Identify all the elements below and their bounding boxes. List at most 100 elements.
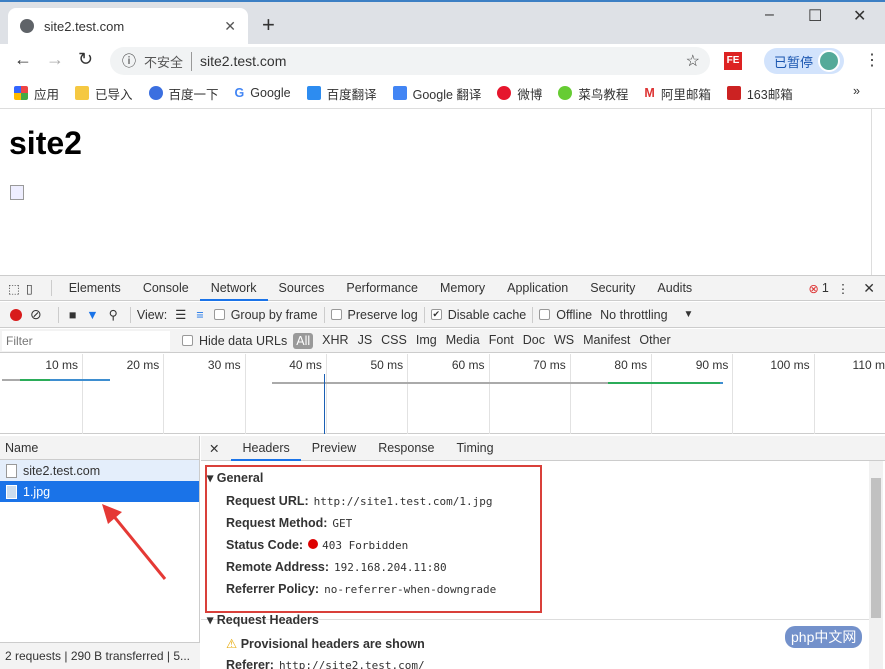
bookmark-runoob[interactable]: 菜鸟教程	[558, 84, 628, 103]
filter-type-manifest[interactable]: Manifest	[583, 333, 630, 349]
new-tab-button[interactable]: +	[262, 12, 275, 38]
minimize-button[interactable]: –	[765, 6, 774, 24]
back-icon[interactable]: ←	[14, 49, 32, 70]
devtools-tab-security[interactable]: Security	[579, 276, 646, 301]
details-tab-headers[interactable]: Headers	[231, 436, 301, 461]
filter-type-font[interactable]: Font	[489, 333, 514, 349]
devtools-tab-network[interactable]: Network	[199, 276, 268, 301]
screenshot-icon[interactable]: ■	[69, 308, 77, 322]
group-by-frame-checkbox[interactable]	[213, 309, 225, 320]
clear-icon[interactable]: ⊘	[30, 306, 42, 323]
offline-label: Offline	[556, 307, 593, 322]
devtools-tab-application[interactable]: Application	[496, 276, 579, 301]
fe-extension-icon[interactable]: FE	[724, 52, 742, 70]
bookmark-label: 百度一下	[168, 87, 219, 102]
close-devtools-icon[interactable]: ✕	[863, 280, 875, 297]
menu-icon[interactable]: ⋮	[864, 50, 880, 70]
filter-type-other[interactable]: Other	[639, 333, 670, 349]
timeline-bar-waiting	[608, 382, 720, 384]
info-icon[interactable]: ⓘ	[122, 51, 136, 71]
filter-type-js[interactable]: JS	[358, 333, 373, 349]
search-icon[interactable]: ⚲	[109, 307, 118, 322]
request-headers-section-toggle[interactable]: ▾ Request Headers	[207, 612, 319, 627]
preserve-log-checkbox[interactable]	[330, 309, 342, 320]
bookmark-aliyun-mail[interactable]: M 阿里邮箱	[644, 84, 710, 103]
reload-icon[interactable]: ↻	[78, 49, 93, 70]
throttling-select[interactable]: No throttling	[600, 308, 667, 322]
filter-type-css[interactable]: CSS	[381, 333, 407, 349]
bookmark-163-mail[interactable]: 163邮箱	[726, 84, 793, 103]
filter-type-xhr[interactable]: XHR	[322, 333, 348, 349]
forward-icon[interactable]: →	[46, 49, 64, 70]
bookmark-baidu-translate[interactable]: 百度翻译	[306, 84, 377, 103]
device-toolbar-icon[interactable]: ▯	[26, 281, 33, 296]
devtools-tab-memory[interactable]: Memory	[429, 276, 496, 301]
timeline-gridline	[732, 354, 734, 434]
filter-type-ws[interactable]: WS	[554, 333, 574, 349]
close-window-button[interactable]: ✕	[853, 6, 866, 26]
filter-type-img[interactable]: Img	[416, 333, 437, 349]
record-icon[interactable]	[10, 308, 22, 321]
devtools-tab-performance[interactable]: Performance	[335, 276, 429, 301]
timeline-tick: 50 ms	[370, 358, 404, 372]
offline-checkbox[interactable]	[539, 309, 551, 320]
devtools-menu-icon[interactable]: ⋮	[837, 281, 850, 296]
document-icon	[6, 463, 17, 478]
bookmark-label: 百度翻译	[326, 87, 377, 102]
timeline-bar-download	[50, 379, 110, 381]
bookmark-google-translate[interactable]: Google 翻译	[392, 84, 481, 103]
bookmark-label: 163邮箱	[746, 87, 793, 102]
bookmark-imported[interactable]: 已导入	[75, 84, 133, 103]
error-icon[interactable]: ⊗	[808, 281, 818, 296]
request-row[interactable]: site2.test.com	[0, 460, 199, 481]
timeline-bar-queue	[2, 379, 20, 381]
page-heading: site2	[9, 125, 82, 161]
insecure-label: 不安全	[144, 51, 193, 71]
bookmark-baidu[interactable]: 百度一下	[148, 84, 219, 103]
close-details-icon[interactable]: ✕	[209, 441, 219, 456]
bookmark-label: Google	[250, 86, 291, 100]
star-icon[interactable]: ☆	[686, 51, 700, 71]
request-name: site2.test.com	[23, 463, 101, 478]
dropdown-arrow-icon[interactable]: ▼	[684, 309, 694, 320]
bookmark-label: 应用	[34, 87, 60, 102]
waterfall-icon[interactable]: ≡	[196, 308, 203, 322]
devtools-tab-audits[interactable]: Audits	[646, 276, 703, 301]
filter-type-doc[interactable]: Doc	[523, 333, 545, 349]
timeline-overview[interactable]: 10 ms 20 ms 30 ms 40 ms 50 ms 60 ms 70 ms 80 ms…	[0, 354, 885, 434]
hide-data-urls-checkbox[interactable]	[182, 335, 193, 346]
address-bar[interactable]: ⓘ 不安全 site2.test.com ☆	[110, 47, 710, 75]
globe-icon	[20, 19, 34, 33]
more-bookmarks-icon[interactable]: »	[853, 84, 860, 98]
large-rows-icon[interactable]: ☰	[175, 307, 186, 322]
timeline-gridline	[244, 354, 246, 434]
browser-tab[interactable]: site2.test.com ✕	[8, 8, 248, 44]
filter-type-media[interactable]: Media	[446, 333, 480, 349]
bookmark-apps[interactable]: 应用	[14, 84, 59, 103]
devtools-tab-sources[interactable]: Sources	[268, 276, 336, 301]
devtools-tab-console[interactable]: Console	[132, 276, 200, 301]
timeline-tick: 30 ms	[207, 358, 241, 372]
filter-input[interactable]	[2, 330, 170, 351]
close-tab-icon[interactable]: ✕	[224, 18, 236, 35]
name-column-header[interactable]: Name	[0, 436, 199, 460]
google-icon: G	[234, 86, 245, 100]
bookmark-google[interactable]: G Google	[235, 86, 291, 100]
details-tab-response[interactable]: Response	[367, 436, 445, 461]
disable-cache-checkbox[interactable]: ✔	[430, 309, 442, 320]
url-text[interactable]: site2.test.com	[200, 53, 286, 69]
broken-image-icon	[10, 185, 24, 200]
filter-icon[interactable]: ▼	[86, 308, 98, 322]
request-row-selected[interactable]: 1.jpg	[0, 481, 199, 502]
maximize-button[interactable]: ☐	[808, 6, 822, 26]
bookmark-label: 已导入	[95, 87, 133, 102]
filter-type-all[interactable]: All	[293, 332, 314, 349]
details-tab-timing[interactable]: Timing	[446, 436, 505, 461]
inspect-icon[interactable]: ⬚	[8, 281, 20, 296]
devtools-tab-elements[interactable]: Elements	[58, 276, 132, 301]
scrollbar-thumb[interactable]	[871, 478, 881, 618]
avatar[interactable]	[818, 50, 840, 72]
details-tab-preview[interactable]: Preview	[301, 436, 367, 461]
bookmark-weibo[interactable]: 微博	[497, 84, 542, 103]
page-scrollbar[interactable]	[871, 109, 885, 276]
